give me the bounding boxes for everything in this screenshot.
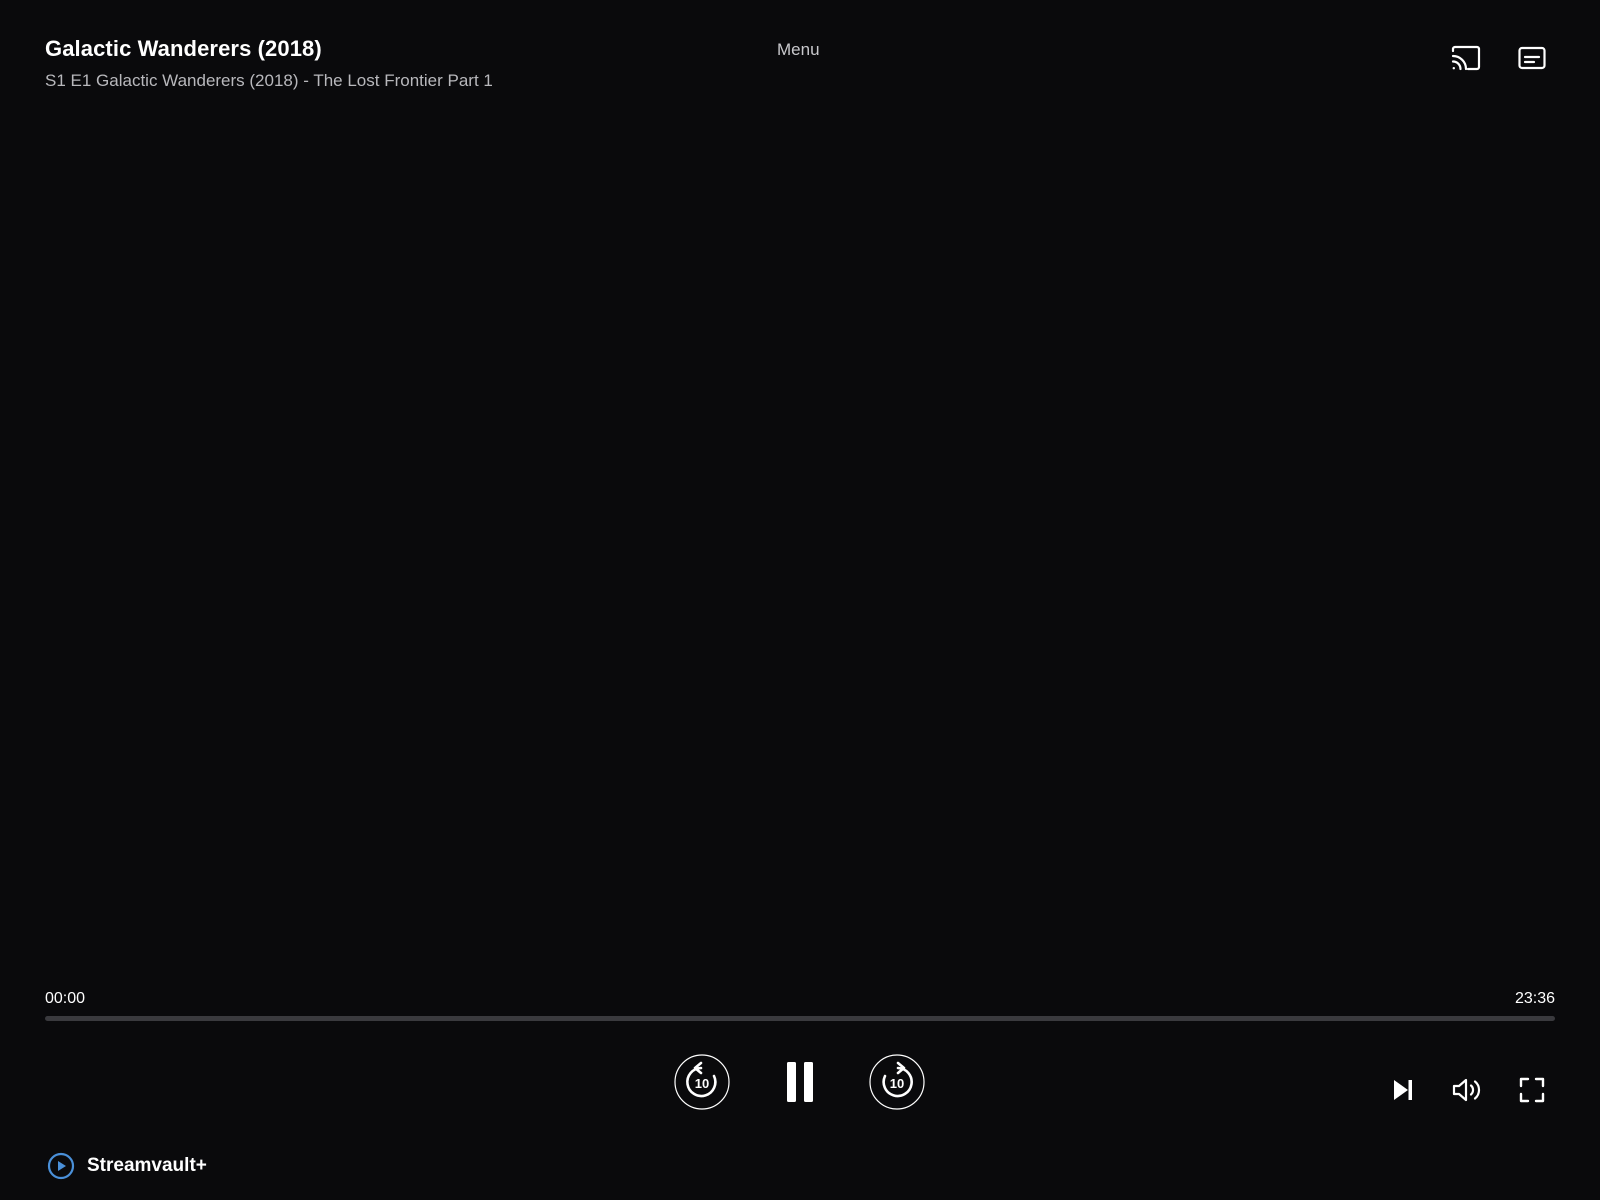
current-time: 00:00 (45, 990, 86, 1007)
cast-icon (1451, 45, 1481, 71)
total-duration: 23:36 (1514, 990, 1555, 1007)
video-player[interactable]: Galactic Wanderers (2018) S1 E1 Galactic… (0, 0, 1600, 1200)
forward-10-button[interactable]: 10 (869, 1054, 925, 1110)
forward-seconds-label: 10 (890, 1076, 904, 1091)
volume-button[interactable] (1449, 1072, 1485, 1108)
next-episode-icon (1394, 1080, 1412, 1100)
next-episode-button[interactable] (1385, 1072, 1421, 1108)
rewind-10-icon: 10 (674, 1054, 730, 1110)
cast-button[interactable] (1448, 40, 1484, 76)
subtitles-button[interactable] (1514, 40, 1550, 76)
pause-button[interactable] (776, 1056, 824, 1108)
volume-icon (1452, 1078, 1481, 1102)
brand-logo: Streamvault+ (47, 1152, 207, 1180)
rewind-seconds-label: 10 (695, 1076, 709, 1091)
subtitles-icon (1518, 46, 1546, 70)
progress-bar[interactable] (45, 1016, 1555, 1021)
play-circle-icon (47, 1152, 75, 1180)
rewind-10-button[interactable]: 10 (674, 1054, 730, 1110)
brand-name: Streamvault+ (87, 1155, 207, 1176)
fullscreen-button[interactable] (1514, 1072, 1550, 1108)
show-title: Galactic Wanderers (2018) (45, 36, 322, 61)
forward-10-icon: 10 (869, 1054, 925, 1110)
menu-button[interactable]: Menu (777, 40, 820, 60)
fullscreen-icon (1519, 1077, 1545, 1103)
episode-title: S1 E1 Galactic Wanderers (2018) - The Lo… (45, 71, 493, 90)
pause-icon (787, 1062, 813, 1102)
